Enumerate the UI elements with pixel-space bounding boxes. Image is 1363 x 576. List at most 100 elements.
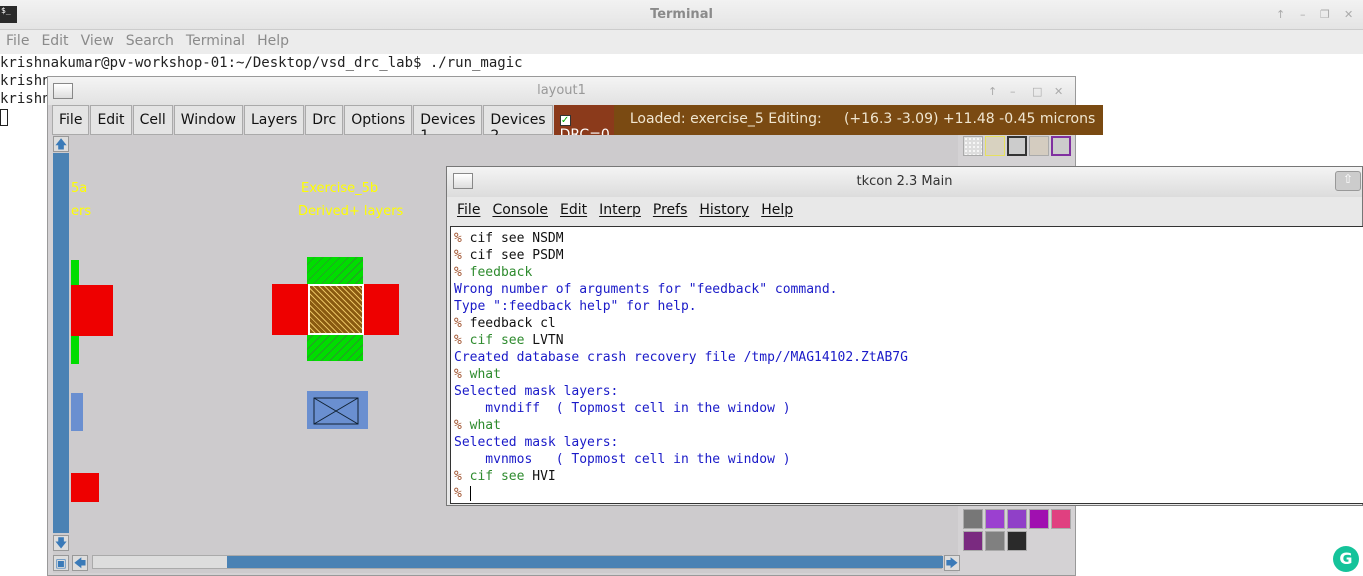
horizontal-scrollbar[interactable] [92, 555, 943, 569]
console-line: Type ":feedback help" for help. [454, 298, 1363, 315]
layer-swatch[interactable] [963, 531, 983, 551]
menu-terminal[interactable]: Terminal [180, 30, 251, 54]
menu-devices-2[interactable]: Devices 2 [483, 105, 553, 144]
console-text: mvndiff ( Topmost cell in the window ) [454, 401, 791, 416]
menu-window[interactable]: Window [173, 105, 243, 135]
tkcon-title: tkcon 2.3 Main [856, 174, 953, 189]
layer-swatch[interactable] [985, 531, 1005, 551]
console-text: % [454, 486, 470, 501]
scroll-up-icon[interactable]: ↑ [1276, 8, 1285, 21]
console-text: % [454, 316, 470, 331]
menu-cell[interactable]: Cell [132, 105, 173, 135]
console-text: % [454, 469, 470, 484]
console-text: mvnmos ( Topmost cell in the window ) [454, 452, 791, 467]
grammarly-icon[interactable]: G [1333, 546, 1359, 572]
layout-titlebar: layout1 ↑ – □ ✕ [48, 77, 1075, 105]
console-text: feedback [469, 265, 533, 280]
console-line: Selected mask layers: [454, 383, 1363, 400]
scroll-up-icon[interactable]: ⇧ [1335, 171, 1361, 191]
console-line: % cif see PSDM [454, 247, 1363, 264]
maximize-button[interactable]: ❐ [1320, 8, 1330, 21]
console-line: % cif see HVI [454, 468, 1363, 485]
console-text: % [454, 248, 470, 263]
layer-swatch[interactable] [985, 509, 1005, 529]
menu-edit[interactable]: Edit [35, 30, 74, 54]
layer-swatch[interactable] [963, 136, 983, 156]
layer-swatch[interactable] [1051, 136, 1071, 156]
scroll-down-button[interactable]: 🡇 [53, 535, 69, 551]
console-line: % what [454, 366, 1363, 383]
menu-devices-1[interactable]: Devices 1 [413, 105, 483, 144]
minimize-button[interactable]: – [1300, 8, 1306, 21]
layer-swatch[interactable] [1029, 136, 1049, 156]
menu-file[interactable]: File [0, 30, 35, 54]
menu-console[interactable]: Console [486, 197, 554, 225]
terminal-line: krishn [0, 73, 51, 89]
poly-shape [71, 473, 99, 502]
terminal-titlebar: $_ Terminal ↑ – ❐ ✕ [0, 0, 1363, 30]
menu-interp[interactable]: Interp [593, 197, 647, 225]
maximize-button[interactable]: □ [1032, 85, 1042, 98]
scroll-up-icon[interactable]: ↑ [988, 85, 997, 98]
drc-toggle[interactable]: ✓DRC=0 [553, 105, 614, 143]
menu-options[interactable]: Options [344, 105, 413, 135]
layer-swatch[interactable] [1007, 509, 1027, 529]
scroll-right-button[interactable]: 🡆 [944, 555, 960, 571]
console-text: what [469, 367, 501, 382]
console-line: Created database crash recovery file /tm… [454, 349, 1363, 366]
console-output[interactable]: % cif see NSDM% cif see PSDM% feedback Wr… [450, 226, 1363, 504]
console-text: % [454, 418, 470, 433]
layout-menubar: File Edit Cell Window Layers Drc Options… [52, 105, 1104, 144]
console-line: % feedback [454, 264, 1363, 281]
scroll-thumb[interactable] [227, 556, 943, 568]
scroll-up-button[interactable]: 🡅 [53, 136, 69, 152]
layer-swatch[interactable] [1051, 509, 1071, 529]
layout-label: 5a [71, 181, 88, 196]
menu-layers[interactable]: Layers [243, 105, 305, 135]
terminal-line: krishn [0, 91, 51, 107]
console-text: cif see NSDM [469, 231, 564, 246]
layout-title: layout1 [537, 83, 586, 98]
poly-shape [71, 285, 113, 336]
console-line: % feedback cl [454, 315, 1363, 332]
menu-drc[interactable]: Drc [305, 105, 344, 135]
layer-swatch[interactable] [1029, 509, 1049, 529]
console-line: % ​ [454, 485, 1363, 502]
minimize-button[interactable]: – [1010, 85, 1016, 98]
menu-history[interactable]: History [693, 197, 755, 225]
scroll-left-button[interactable]: 🡄 [72, 555, 88, 571]
menu-search[interactable]: Search [120, 30, 180, 54]
close-button[interactable]: ✕ [1344, 8, 1353, 21]
zoom-box-button[interactable]: ▣ [53, 555, 69, 571]
layout-label: Derived+ layers [298, 204, 404, 219]
console-text: feedback cl [469, 316, 556, 331]
vertical-scrollbar[interactable] [53, 153, 69, 533]
layer-swatch[interactable] [963, 509, 983, 529]
text-cursor: ​ [469, 486, 471, 501]
status-bar: Loaded: exercise_5 Editing: (+16.3 -3.09… [613, 105, 1104, 135]
menu-edit[interactable]: Edit [554, 197, 593, 225]
menu-file[interactable]: File [52, 105, 90, 135]
layout-label: Exercise_5b [301, 181, 379, 196]
tkcon-menubar: File Console Edit Interp Prefs History H… [451, 197, 799, 225]
contact-shape [71, 393, 83, 431]
layer-swatch[interactable] [985, 136, 1005, 156]
menu-view[interactable]: View [75, 30, 120, 54]
menu-file[interactable]: File [451, 197, 486, 225]
terminal-line: krishnakumar@pv-workshop-01:~/Desktop/vs… [0, 55, 523, 71]
console-text: % [454, 333, 470, 348]
menu-help[interactable]: Help [755, 197, 799, 225]
console-line: Selected mask layers: [454, 434, 1363, 451]
layer-swatch[interactable] [1007, 136, 1027, 156]
console-text: HVI [532, 469, 556, 484]
menu-help[interactable]: Help [251, 30, 295, 54]
tkcon-titlebar: tkcon 2.3 Main ⇧ [447, 167, 1362, 197]
close-button[interactable]: ✕ [1054, 85, 1063, 98]
layer-swatch[interactable] [1007, 531, 1027, 551]
menu-edit[interactable]: Edit [90, 105, 132, 135]
console-text: cif see [469, 469, 533, 484]
menu-prefs[interactable]: Prefs [647, 197, 693, 225]
console-line: % cif see NSDM [454, 230, 1363, 247]
console-line: Wrong number of arguments for "feedback"… [454, 281, 1363, 298]
checkbox-icon[interactable]: ✓ [559, 115, 571, 126]
